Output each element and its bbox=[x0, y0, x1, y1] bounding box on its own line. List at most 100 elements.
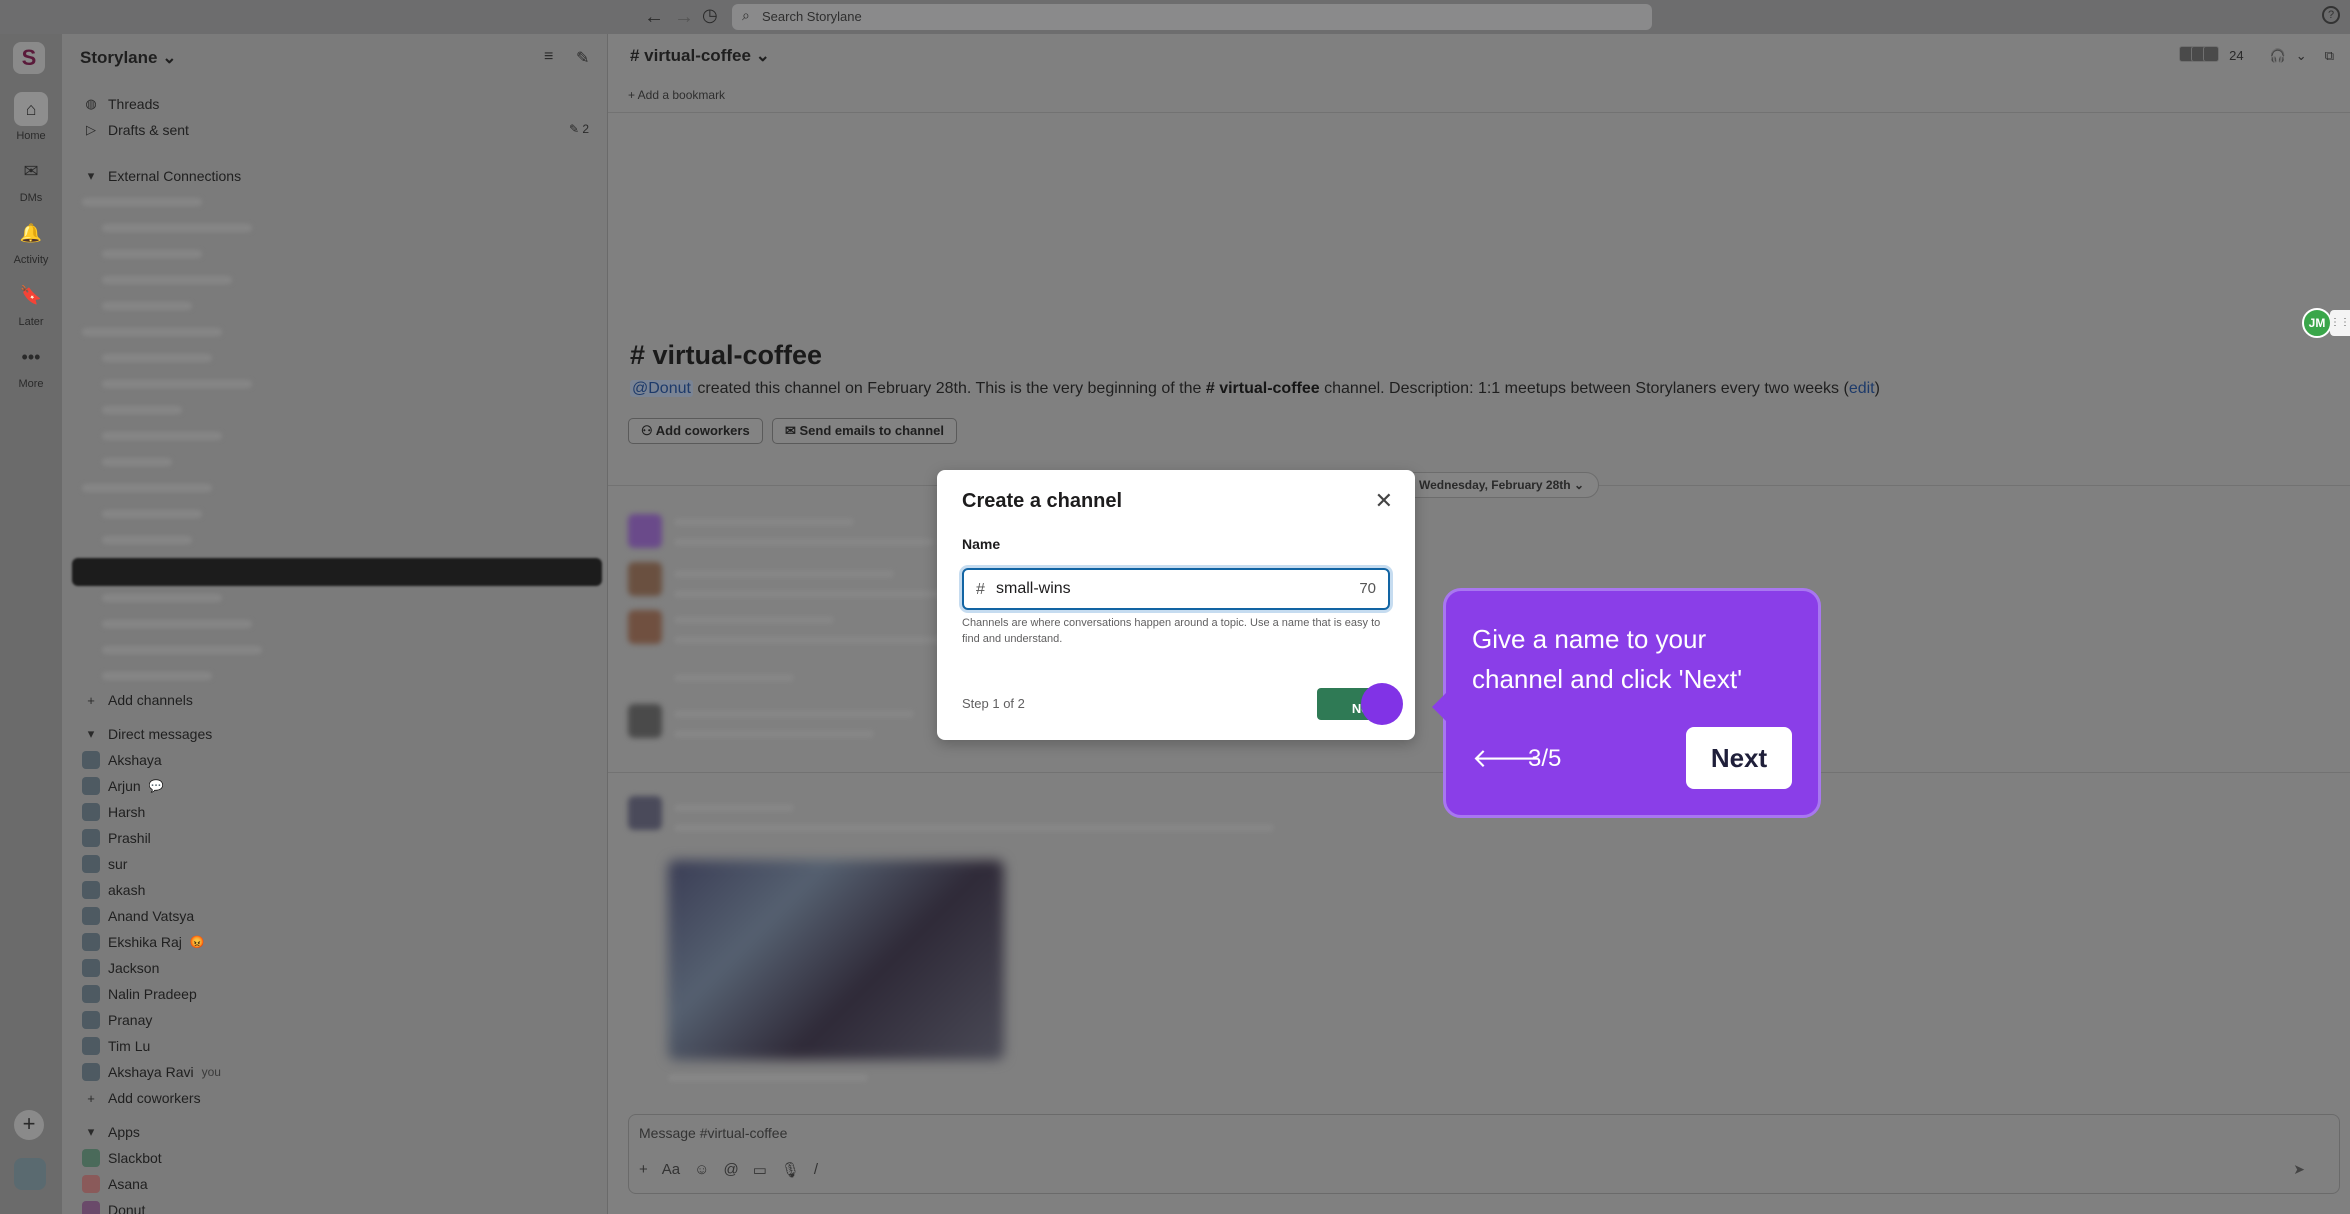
channel-name-field[interactable]: # 70 bbox=[962, 568, 1390, 610]
dm-item[interactable]: Anand Vatsya bbox=[82, 906, 194, 926]
channel-header-title[interactable]: # virtual-coffee ⌄ bbox=[630, 46, 770, 66]
rail-more[interactable]: ••• More bbox=[0, 340, 62, 390]
close-icon[interactable]: ✕ bbox=[1375, 490, 1393, 512]
composer-placeholder: Message #virtual-coffee bbox=[639, 1125, 788, 1141]
plus-icon: + bbox=[87, 1090, 95, 1106]
rail-activity[interactable]: 🔔 Activity bbox=[0, 216, 62, 266]
video-icon[interactable]: ▭ bbox=[753, 1161, 767, 1179]
apps-section-label: Apps bbox=[108, 1124, 140, 1140]
sidebar-item-threads[interactable]: ◍ Threads bbox=[82, 94, 159, 114]
you-label: you bbox=[201, 1065, 221, 1079]
more-icon: ••• bbox=[21, 347, 41, 367]
shortcut-icon[interactable]: / bbox=[814, 1161, 818, 1179]
rail-dms-label: DMs bbox=[19, 192, 43, 204]
channel-intro-text: @Donut created this channel on February … bbox=[630, 380, 1880, 398]
dm-item[interactable]: akash bbox=[82, 880, 145, 900]
dm-item[interactable]: Prashil bbox=[82, 828, 151, 848]
format-icon[interactable]: Aa bbox=[662, 1161, 680, 1179]
back-icon[interactable]: ← bbox=[644, 6, 664, 29]
dm-item[interactable]: Jackson bbox=[82, 958, 159, 978]
section-external-connections[interactable]: ▾ External Connections bbox=[82, 166, 241, 186]
dm-name: Nalin Pradeep bbox=[108, 986, 197, 1002]
mic-icon[interactable]: 🎙 bbox=[781, 1161, 800, 1179]
channel-header-actions: 24 🎧 ⌄ ⧉ bbox=[2179, 46, 2334, 65]
chevron-down-icon[interactable]: ⌄ bbox=[2296, 48, 2307, 64]
tour-progress: 3/5 bbox=[1528, 745, 1562, 772]
tooltip-text: Give a name to your channel and click 'N… bbox=[1472, 624, 1743, 694]
section-apps[interactable]: ▾ Apps bbox=[82, 1122, 140, 1142]
rail-dms[interactable]: ✉ DMs bbox=[0, 154, 62, 204]
avatar bbox=[82, 855, 100, 873]
app-item[interactable]: Slackbot bbox=[82, 1148, 162, 1168]
message-composer[interactable]: Message #virtual-coffee + Aa ☺ @ ▭ 🎙 / ➤ bbox=[628, 1114, 2340, 1194]
intro-part: ) bbox=[1874, 380, 1880, 397]
huddle-icon[interactable]: 🎧 bbox=[2270, 48, 2286, 64]
member-count[interactable]: 24 bbox=[2229, 48, 2243, 63]
add-coworkers-intro-button[interactable]: ⚇ Add coworkers bbox=[628, 418, 763, 444]
app-name: Donut bbox=[108, 1202, 146, 1214]
add-bookmark-button[interactable]: + Add a bookmark bbox=[628, 88, 725, 102]
workspace-name[interactable]: Storylane ⌄ bbox=[80, 48, 176, 68]
search-bar[interactable]: ⌕ Search Storylane bbox=[732, 4, 1652, 30]
attach-icon[interactable]: + bbox=[639, 1161, 648, 1179]
add-coworkers-button[interactable]: + Add coworkers bbox=[82, 1088, 200, 1108]
app-item[interactable]: Asana bbox=[82, 1174, 148, 1194]
add-channels-label: Add channels bbox=[108, 692, 193, 708]
dm-item[interactable]: sur bbox=[82, 854, 127, 874]
send-icon[interactable]: ➤ bbox=[2293, 1161, 2305, 1178]
date-divider[interactable]: Wednesday, February 28th ⌄ bbox=[1402, 472, 1599, 498]
donut-mention[interactable]: @Donut bbox=[630, 380, 693, 397]
dm-item[interactable]: Pranay bbox=[82, 1010, 152, 1030]
dm-name: Ekshika Raj bbox=[108, 934, 182, 950]
edit-link[interactable]: edit bbox=[1849, 380, 1875, 397]
user-avatar[interactable] bbox=[14, 1158, 46, 1190]
channel-name-input[interactable] bbox=[996, 578, 1316, 600]
drag-handle-icon[interactable]: ⋮⋮ bbox=[2330, 310, 2350, 336]
tour-next-button[interactable]: Next bbox=[1686, 727, 1792, 789]
forward-icon[interactable]: → bbox=[674, 6, 694, 29]
rail-later[interactable]: 🔖 Later bbox=[0, 278, 62, 328]
dm-item[interactable]: Harsh bbox=[82, 802, 145, 822]
emoji-icon[interactable]: ☺ bbox=[694, 1161, 709, 1179]
app-item[interactable]: Donut bbox=[82, 1200, 145, 1214]
workspace-rail bbox=[0, 34, 62, 1214]
intro-channel-name: # virtual-coffee bbox=[1205, 380, 1320, 397]
bell-icon: 🔔 bbox=[19, 223, 43, 243]
channel-intro-title: # virtual-coffee bbox=[630, 340, 823, 370]
help-icon[interactable]: ? bbox=[2322, 6, 2340, 24]
hash-icon: # bbox=[976, 581, 985, 598]
add-channels-button[interactable]: + Add channels bbox=[82, 690, 193, 710]
rail-home-label: Home bbox=[16, 130, 46, 142]
dm-item[interactable]: Akshaya bbox=[82, 750, 162, 770]
sidebar-item-drafts[interactable]: ▷ Drafts & sent bbox=[82, 120, 189, 140]
app-name: Slackbot bbox=[108, 1150, 162, 1166]
drafts-label: Drafts & sent bbox=[108, 122, 189, 138]
member-avatars[interactable] bbox=[2179, 46, 2220, 65]
bookmark-icon: 🔖 bbox=[19, 285, 43, 305]
avatar bbox=[82, 829, 100, 847]
avatar bbox=[82, 1011, 100, 1029]
dm-item[interactable]: Ekshika Raj 😡 bbox=[82, 932, 205, 952]
dm-item[interactable]: Arjun 💬 bbox=[82, 776, 164, 796]
dm-item[interactable]: Nalin Pradeep bbox=[82, 984, 197, 1004]
dm-item[interactable]: Tim Lu bbox=[82, 1036, 150, 1056]
rail-activity-label: Activity bbox=[13, 254, 49, 266]
jm-extension-badge[interactable]: JM bbox=[2302, 308, 2332, 338]
history-icon[interactable]: ◷ bbox=[702, 5, 718, 26]
canvas-icon[interactable]: ⧉ bbox=[2325, 48, 2334, 64]
mention-icon[interactable]: @ bbox=[723, 1161, 738, 1179]
caret-down-icon: ▾ bbox=[87, 1124, 95, 1139]
dm-item[interactable]: Akshaya Ravi you bbox=[82, 1062, 221, 1082]
rail-home[interactable]: ⌂ Home bbox=[0, 92, 62, 142]
avatar bbox=[82, 777, 100, 795]
workspace-logo[interactable]: S bbox=[13, 42, 45, 74]
app-name: Asana bbox=[108, 1176, 148, 1192]
tour-hotspot[interactable] bbox=[1361, 683, 1403, 725]
section-direct-messages[interactable]: ▾ Direct messages bbox=[82, 724, 213, 744]
add-workspace-button[interactable]: + bbox=[14, 1110, 44, 1140]
dm-name: sur bbox=[108, 856, 128, 872]
send-emails-button[interactable]: ✉ Send emails to channel bbox=[772, 418, 957, 444]
compose-icon[interactable]: ✎ bbox=[576, 48, 589, 68]
filter-icon[interactable]: ≡ bbox=[544, 48, 553, 66]
rail-later-label: Later bbox=[18, 316, 44, 328]
